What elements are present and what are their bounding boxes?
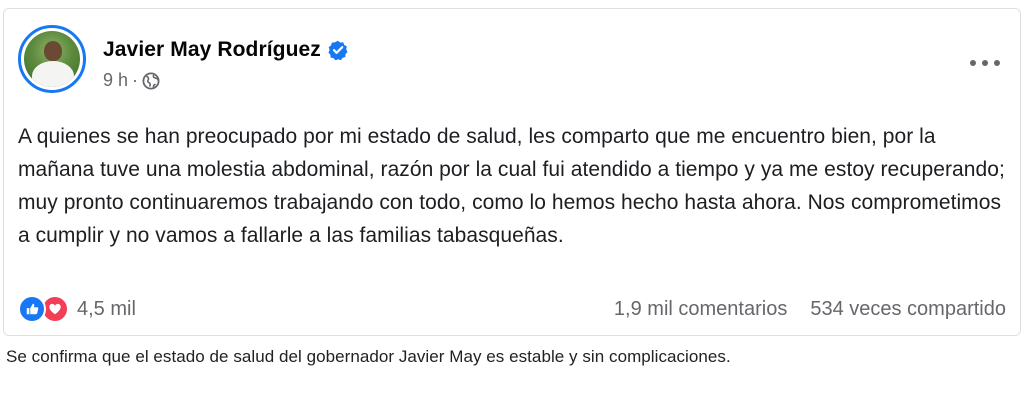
post-stats: 1,9 mil comentarios 534 veces compartido (614, 298, 1006, 321)
verified-badge-icon (328, 40, 348, 61)
post-timestamp[interactable]: 9 h (103, 70, 128, 91)
post-footer: 4,5 mil 1,9 mil comentarios 534 veces co… (18, 292, 1006, 326)
separator-dot: · (132, 70, 139, 90)
author-name-row: Javier May Rodríguez (103, 38, 348, 62)
reactions-summary[interactable]: 4,5 mil (18, 295, 136, 323)
like-icon (18, 295, 46, 323)
author-meta: Javier May Rodríguez 9 h · (103, 38, 348, 91)
comments-count-link[interactable]: 1,9 mil comentarios (614, 298, 787, 321)
image-caption: Se confirma que el estado de salud del g… (6, 347, 731, 366)
more-options-icon[interactable] (970, 57, 1000, 69)
shares-count-link[interactable]: 534 veces compartido (810, 298, 1006, 321)
post-header: Javier May Rodríguez 9 h · (18, 25, 348, 93)
globe-icon (142, 72, 160, 90)
more-dot (970, 60, 976, 66)
avatar-body-shape (32, 61, 74, 87)
post-time-row: 9 h · (103, 70, 348, 91)
avatar-photo (24, 31, 80, 87)
author-avatar[interactable] (18, 25, 86, 93)
avatar-head-shape (44, 41, 62, 61)
reaction-count: 4,5 mil (77, 297, 136, 320)
author-name[interactable]: Javier May Rodríguez (103, 38, 321, 62)
more-dot (982, 60, 988, 66)
more-dot (994, 60, 1000, 66)
post-text: A quienes se han preocupado por mi estad… (18, 125, 1005, 247)
facebook-post-card: Javier May Rodríguez 9 h · A quienes se … (3, 8, 1021, 336)
